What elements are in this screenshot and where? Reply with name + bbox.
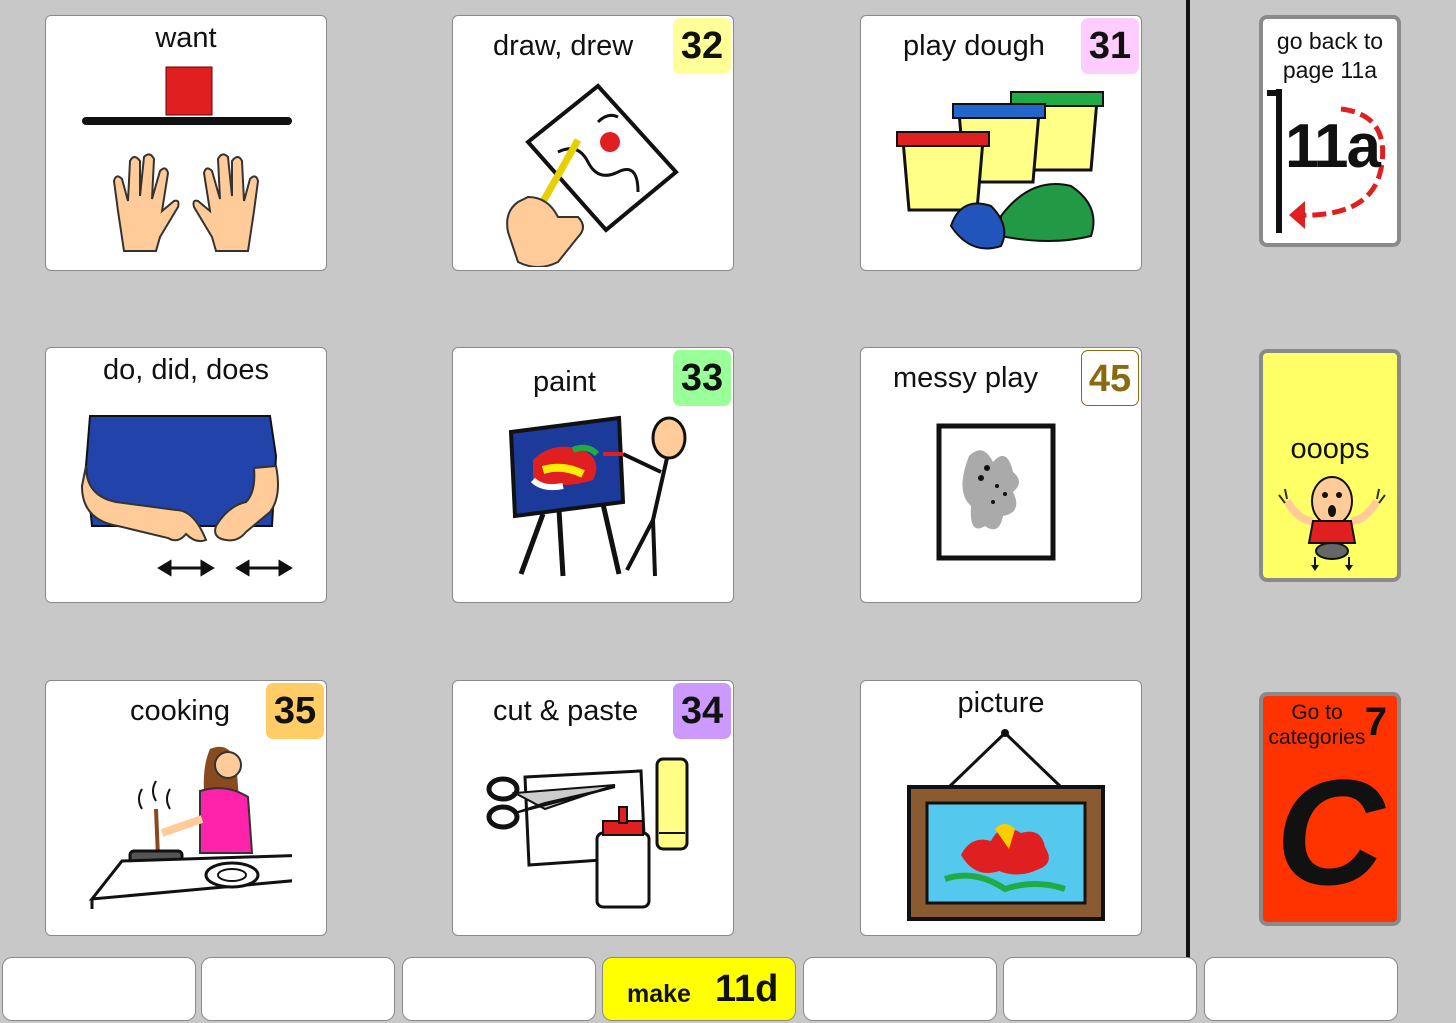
cell-messy-play[interactable]: messy play 45 xyxy=(860,347,1142,603)
back-button[interactable]: go back to page 11a 11a xyxy=(1259,15,1401,247)
page-badge: 45 xyxy=(1081,350,1139,406)
ooops-label: ooops xyxy=(1290,433,1370,465)
bottom-slot-2[interactable] xyxy=(201,957,395,1021)
page-badge: 35 xyxy=(266,683,324,739)
page-badge: 31 xyxy=(1081,18,1139,74)
cell-cut-paste[interactable]: cut & paste 34 xyxy=(452,680,734,936)
framed-picture-icon xyxy=(907,729,1105,921)
paint-icon xyxy=(508,415,687,577)
categories-letter: C xyxy=(1275,748,1385,916)
page-badge: 34 xyxy=(673,683,731,739)
do-sign-icon xyxy=(80,415,293,577)
cell-picture[interactable]: picture xyxy=(860,680,1142,936)
cell-cooking[interactable]: cooking 35 xyxy=(45,680,327,936)
cell-draw[interactable]: draw, drew 32 xyxy=(452,15,734,271)
play-dough-icon xyxy=(896,91,1104,250)
messy-painting-icon xyxy=(936,423,1056,561)
cell-play-dough[interactable]: play dough 31 xyxy=(860,15,1142,271)
bottom-slot-3[interactable] xyxy=(402,957,596,1021)
categories-button[interactable]: Go to categories 7 C xyxy=(1259,692,1401,926)
vertical-divider xyxy=(1186,0,1190,960)
page-badge: 32 xyxy=(673,18,731,74)
surprised-person-icon xyxy=(1278,476,1386,571)
cell-want[interactable]: want xyxy=(45,15,327,271)
bottom-slot-5[interactable] xyxy=(803,957,997,1021)
categories-number: 7 xyxy=(1364,700,1387,744)
cell-paint[interactable]: paint 33 xyxy=(452,347,734,603)
cell-label: picture xyxy=(957,687,1045,719)
cell-do[interactable]: do, did, does xyxy=(45,347,327,603)
scissors-glue-icon xyxy=(486,757,689,909)
draw-icon xyxy=(506,83,679,267)
page-badge: 33 xyxy=(673,350,731,406)
make-page-button[interactable]: make 11d xyxy=(602,957,796,1021)
back-page-number: 11a xyxy=(1285,112,1381,181)
make-page-number: 11d xyxy=(715,968,779,1010)
cell-label: do, did, does xyxy=(102,354,270,386)
bottom-slot-6[interactable] xyxy=(1003,957,1197,1021)
bottom-slot-7[interactable] xyxy=(1204,957,1398,1021)
make-label: make xyxy=(627,980,691,1008)
back-label: go back to page 11a xyxy=(1276,28,1384,83)
cell-label: want xyxy=(155,22,217,54)
bottom-slot-1[interactable] xyxy=(2,957,196,1021)
ooops-button[interactable]: ooops xyxy=(1259,349,1401,582)
want-icon xyxy=(82,66,292,252)
cooking-icon xyxy=(88,746,292,909)
categories-label: Go to categories xyxy=(1268,701,1366,749)
